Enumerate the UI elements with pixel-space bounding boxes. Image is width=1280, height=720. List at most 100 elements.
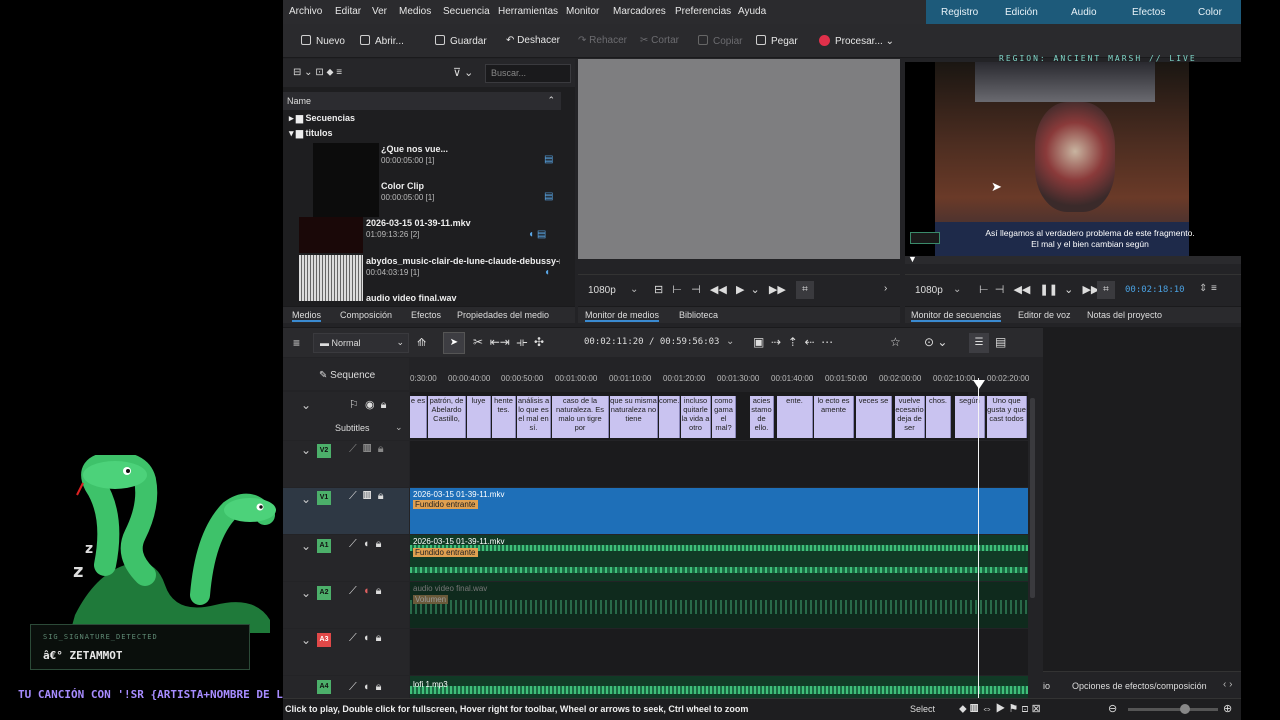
track-icons[interactable]: ⟋ ▦ 🔒︎ [349,490,384,503]
subtitle-item[interactable]: vuelve ecesario deja de ser [895,396,925,438]
subtitle-track-icons[interactable]: ⚐ ◉ 🔒︎ [349,398,387,412]
status-tool-icons[interactable]: ⬥ ▦ ⇔ ▶ ⚑ ⊡ ⊠ [959,702,1041,716]
guardar-button[interactable]: Guardar [435,35,487,47]
timeline-tool-icons[interactable]: ✂ ⇤⇥ ⟛ ✣ [473,335,544,350]
track-icons[interactable]: ⟋ ▦ 🔒︎ [349,443,384,456]
menu-ayuda[interactable]: Ayuda [738,6,766,17]
copiar-button[interactable]: Copiar [698,35,742,47]
chevron-down-icon[interactable]: ⌄ [630,284,638,295]
track-badge-a1[interactable]: A1 [317,539,331,553]
subtitle-item[interactable]: hente tes. [492,396,516,438]
timeline-ruler[interactable]: 0:30:00 00:00:40:00 00:00:50:00 00:01:00… [410,368,1030,390]
tab-color[interactable]: Color [1198,7,1222,18]
zoom-out-icon[interactable]: ⊖ [1108,702,1117,715]
track-badge-v1[interactable]: V1 [317,491,331,505]
subtitle-item[interactable]: caso de la naturaleza. Es malo un tigre … [552,396,609,438]
collapse-icon[interactable]: ⌄ [301,539,311,553]
timeline-scrollbar[interactable] [1030,398,1035,598]
subtitle-item[interactable]: chos. [926,396,951,438]
track-badge-v2[interactable]: V2 [317,444,331,458]
collapse-icon[interactable]: ⌄ [301,586,311,600]
subtitle-item[interactable]: incluso quitarle la vida a otro [681,396,711,438]
filter-icon[interactable]: ⊽ ⌄ [453,66,473,79]
clip-transport-icons[interactable]: ⊟ ⊢ ⊣ ◀◀ ▶ ⌄ ▶▶ [654,283,786,296]
pegar-button[interactable]: Pegar [756,35,798,47]
split-view-icon[interactable]: ☰ [969,333,989,353]
clip-resolution-select[interactable]: 1080p [588,285,616,296]
hamburger-icon[interactable]: ≡ [293,336,300,350]
tab-efectos-bin[interactable]: Efectos [411,310,441,320]
tab-registro[interactable]: Registro [941,7,978,18]
chevron-down-icon[interactable]: ⌄ [953,284,961,295]
zoom-in-icon[interactable]: ⊕ [1223,702,1232,715]
razor-tool-icon[interactable]: ⟰ [417,336,426,349]
edit-mode-select[interactable]: ▬ Normal ⌄ [313,333,409,353]
tab-notas-proyecto[interactable]: Notas del proyecto [1087,310,1162,320]
subtitle-item[interactable]: análisis a lo que es el mal en sí. [517,396,551,438]
tab-efectos[interactable]: Efectos [1132,7,1165,18]
collapse-icon[interactable]: ⌄ [301,443,311,457]
subtitle-item[interactable]: lo ecto es amente [814,396,854,438]
tab-monitor-medios[interactable]: Monitor de medios [585,310,660,322]
subtitle-item[interactable]: ente. [777,396,813,438]
tab-biblioteca[interactable]: Biblioteca [679,310,718,320]
subtitle-item[interactable]: Uno que gusta y que cast todos [987,396,1027,438]
subtitle-item[interactable]: come. [659,396,680,438]
chevron-down-icon[interactable]: ⌄ [726,336,734,347]
menu-secuencia[interactable]: Secuencia [443,6,490,17]
clip-v1[interactable]: 2026-03-15 01-39-11.mkv Fundido entrante [410,488,1028,534]
sequence-monitor-screen[interactable]: Así llegamos al verdadero problema de es… [905,62,1241,256]
seq-transport-icons[interactable]: ⊢ ⊣ ◀◀ ❚❚ ⌄ ▶▶ [979,283,1099,296]
track-icons[interactable]: ⟋ ◖ 🔒︎ [349,585,381,598]
tab-monitor-secuencias[interactable]: Monitor de secuencias [911,310,1002,322]
folder-titulos[interactable]: ▾ ▆ titulos [289,128,332,139]
subtitles-label[interactable]: Subtitles [335,423,370,433]
nuevo-button[interactable]: Nuevo [301,35,345,47]
bin-item-title[interactable]: 2026-03-15 01-39-11.mkv [366,218,471,228]
bin-column-header[interactable]: Name ⌃ [283,92,561,110]
effect-badge[interactable]: Fundido entrante [413,500,478,509]
bin-item-title[interactable]: audio video final.wav [366,293,457,303]
track-v2[interactable] [410,441,1028,487]
tab-propiedades[interactable]: Propiedades del medio [457,310,549,320]
select-tool-icon[interactable]: ➤ [443,332,465,354]
folder-secuencias[interactable]: ▸ ▆ Secuencias [289,113,355,124]
deshacer-button[interactable]: ↶ Deshacer [506,35,560,46]
bin-search-input[interactable]: Buscar... [485,64,571,83]
track-icons[interactable]: ⟋ ◖ 🔒︎ [349,538,381,551]
bin-menu-icon[interactable]: ⊟ ⌄ ⊡ ⬥ ≡ [293,67,342,78]
subtitle-item[interactable]: patrón, de Abelardo Castillo, [428,396,466,438]
insert-tools-icons[interactable]: ▣ ⇢ ⇡ ⇠ ⋯ [753,335,833,349]
track-badge-a4[interactable]: A4 [317,680,331,694]
subtitle-item[interactable]: que su misma naturaleza no tiene [610,396,658,438]
subtitle-item[interactable]: según [955,396,985,438]
collapse-icon[interactable]: ⌄ [301,633,311,647]
menu-archivo[interactable]: Archivo [289,6,322,17]
sequence-label[interactable]: ✎ Sequence [319,370,375,381]
snap-icon[interactable]: ⊙ ⌄ [924,335,947,349]
tab-io[interactable]: io [1043,681,1050,691]
track-badge-a3[interactable]: A3 [317,633,331,647]
subtitle-item[interactable]: como gama el mal? [712,396,736,438]
subtitle-item[interactable]: e es [410,396,427,438]
track-icons[interactable]: ⟋ ◖ 🔒︎ [349,632,381,645]
rehacer-button[interactable]: ↷ Rehacer [578,35,627,46]
spin-icon[interactable]: ⇕ [1199,283,1207,294]
track-icons[interactable]: ⟋ ◖ 🔒︎ [349,681,381,694]
track-badge-a2[interactable]: A2 [317,586,331,600]
menu-icon[interactable]: ≡ [1211,283,1217,294]
crop-icon[interactable]: ⌗ [1097,281,1115,299]
seq-resolution-select[interactable]: 1080p [915,285,943,296]
tab-composicion[interactable]: Composición [340,310,392,320]
tab-medios[interactable]: Medios [292,310,322,322]
subtitle-item[interactable]: luye [467,396,491,438]
tab-editor-voz[interactable]: Editor de voz [1018,310,1071,320]
menu-herramientas[interactable]: Herramientas [498,6,558,17]
subtitle-item[interactable]: veces se [856,396,892,438]
menu-ver[interactable]: Ver [372,6,387,17]
timeline-timecode[interactable]: 00:02:11:20 / 00:59:56:03 [584,337,719,347]
chevron-down-icon[interactable]: ⌄ [395,422,403,433]
effect-badge[interactable]: Volumen [413,595,449,604]
bin-item-title[interactable]: Color Clip [381,181,424,191]
star-icon[interactable]: ☆ [890,335,901,349]
